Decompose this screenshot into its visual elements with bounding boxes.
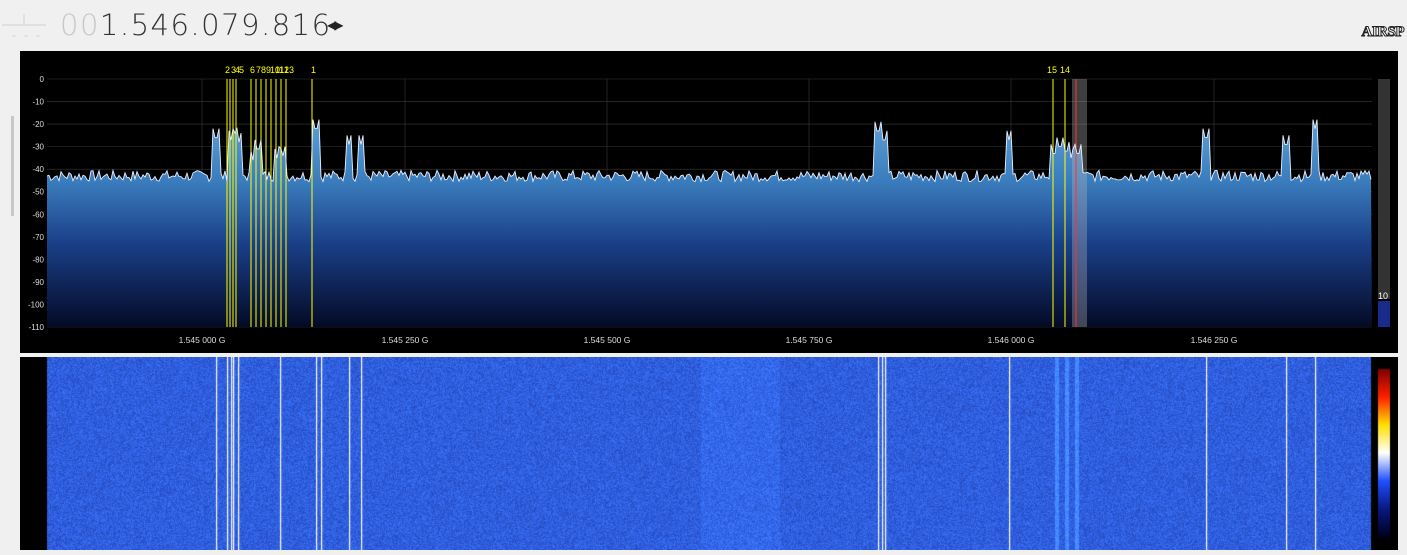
vfo-marker-label: 15 [1047, 65, 1057, 75]
brand-logo: AIRSP [1361, 24, 1405, 41]
panel-splitter-handle[interactable] [11, 116, 14, 216]
top-toolbar: 001.546.079.816 ◀▶ AIRSP [0, 0, 1407, 50]
vfo-marker-label: 1 [311, 65, 316, 75]
db-label: -70 [32, 233, 44, 242]
vfo-marker-label: 14 [1060, 65, 1070, 75]
vfo-marker-label: 2 [225, 65, 230, 75]
db-label: -40 [32, 165, 44, 174]
spectrum-display[interactable]: 2 3 4 5 6 7 8 9 10 11 12 13 1 15 14 0 -10 -20 -30 -40 -50 -6… [20, 51, 1398, 353]
contrast-slider-track[interactable] [1378, 79, 1390, 299]
frequency-label: 1.546 000 G [988, 335, 1035, 345]
vfo-marker-label: 13 [284, 65, 294, 75]
spectrum-trace [46, 119, 1372, 183]
frequency-label: 1.545 750 G [786, 335, 833, 345]
db-label: -30 [32, 143, 44, 152]
db-label: -90 [32, 278, 44, 287]
waterfall-canvas[interactable] [20, 357, 1398, 550]
db-label: -10 [32, 98, 44, 107]
passband-shade [1072, 79, 1087, 327]
vfo-marker-label: 5 [239, 65, 244, 75]
frequency-value[interactable]: 1.546.079.816 [100, 8, 332, 42]
spectrum-fill [47, 119, 1372, 327]
frequency-label: 1.545 000 G [179, 335, 226, 345]
tuning-ruler-icon [2, 14, 46, 37]
frequency-label: 1.546 250 G [1191, 335, 1238, 345]
vfo-marker-label: 6 [250, 65, 255, 75]
frequency-label: 1.545 250 G [382, 335, 429, 345]
contrast-slider-fill[interactable] [1378, 301, 1390, 327]
frequency-scale: 1.545 000 G 1.545 250 G 1.545 500 G 1.545 7… [179, 335, 1238, 345]
frequency-display[interactable]: 001.546.079.816 [60, 8, 332, 42]
db-label: -80 [32, 255, 44, 264]
db-scale: 0 -10 -20 -30 -40 -50 -60 -70 -80 -90 -100 -110 [28, 75, 45, 332]
db-label: 0 [40, 75, 45, 84]
waterfall-display[interactable] [20, 357, 1398, 550]
db-label: -110 [29, 323, 45, 332]
frequency-leading-zeros: 00 [60, 8, 100, 42]
db-label: -60 [32, 210, 44, 219]
db-label: -50 [32, 188, 44, 197]
frequency-step-arrows-icon[interactable]: ◀▶ [327, 18, 344, 32]
db-label: -100 [28, 300, 45, 309]
spectrum-canvas[interactable]: 2 345 6 7 8 910111213 1 15 14 0-10-20-30-40-50-6… [20, 51, 1398, 353]
db-label: -20 [32, 120, 44, 129]
frequency-label: 1.545 500 G [584, 335, 631, 345]
contrast-value: 10 [1378, 291, 1388, 301]
